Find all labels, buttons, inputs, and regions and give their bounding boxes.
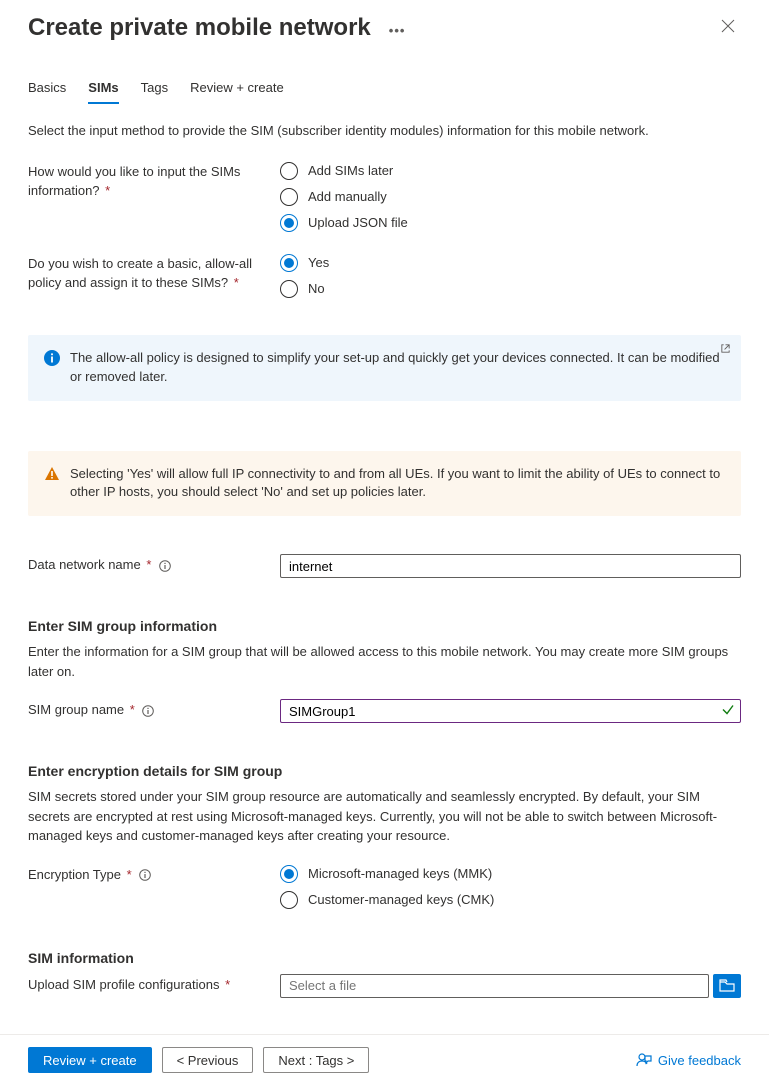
label-allow-all: Do you wish to create a basic, allow-all… [28, 253, 280, 293]
info-tooltip-icon[interactable] [142, 705, 154, 717]
content-area: Create private mobile network ••• Basics… [0, 0, 769, 1034]
row-upload-sim-profile: Upload SIM profile configurations * [28, 974, 741, 998]
page-title-text: Create private mobile network [28, 14, 371, 42]
tab-sims[interactable]: SIMs [88, 74, 118, 103]
heading-encryption: Enter encryption details for SIM group [28, 763, 741, 779]
radio-icon [280, 254, 298, 272]
radio-group-allow-all: Yes No [280, 253, 741, 299]
close-button[interactable] [715, 18, 741, 39]
page-title: Create private mobile network ••• [28, 14, 405, 42]
tab-bar: Basics SIMs Tags Review + create [28, 74, 741, 104]
tab-review-create[interactable]: Review + create [190, 74, 284, 103]
info-tooltip-icon[interactable] [159, 560, 171, 572]
row-sim-group-name: SIM group name * [28, 699, 741, 723]
radio-icon [280, 891, 298, 909]
label-encryption-type: Encryption Type * [28, 864, 280, 885]
label-sim-group-name: SIM group name * [28, 699, 280, 720]
radio-label: Add SIMs later [308, 161, 393, 181]
row-data-network-name: Data network name * [28, 554, 741, 578]
file-select-input[interactable] [280, 974, 709, 998]
label-data-network-name: Data network name * [28, 554, 280, 575]
radio-label: Customer-managed keys (CMK) [308, 890, 494, 910]
data-network-name-input[interactable] [280, 554, 741, 578]
required-marker: * [102, 183, 111, 198]
footer-bar: Review + create < Previous Next : Tags >… [0, 1034, 769, 1085]
desc-sim-group: Enter the information for a SIM group th… [28, 642, 741, 681]
radio-label: Upload JSON file [308, 213, 408, 233]
row-allow-all: Do you wish to create a basic, allow-all… [28, 253, 741, 299]
folder-icon [719, 979, 735, 993]
sim-group-name-input[interactable] [280, 699, 741, 723]
row-encryption-type: Encryption Type * Microsoft-managed keys… [28, 864, 741, 910]
warning-text: Selecting 'Yes' will allow full IP conne… [70, 465, 725, 503]
heading-sim-information: SIM information [28, 950, 741, 966]
required-marker: * [230, 275, 239, 290]
desc-encryption: SIM secrets stored under your SIM group … [28, 787, 741, 846]
review-create-button[interactable]: Review + create [28, 1047, 152, 1073]
next-button[interactable]: Next : Tags > [263, 1047, 369, 1073]
tab-basics[interactable]: Basics [28, 74, 66, 103]
row-input-method: How would you like to input the SIMs inf… [28, 161, 741, 233]
label-upload-sim-profile: Upload SIM profile configurations * [28, 974, 280, 995]
radio-label: Microsoft-managed keys (MMK) [308, 864, 492, 884]
radio-allow-all-yes[interactable]: Yes [280, 253, 741, 273]
info-text: The allow-all policy is designed to simp… [70, 349, 725, 387]
radio-label: Yes [308, 253, 329, 273]
info-icon [44, 350, 60, 366]
info-allow-all-policy: The allow-all policy is designed to simp… [28, 335, 741, 401]
browse-file-button[interactable] [713, 974, 741, 998]
radio-allow-all-no[interactable]: No [280, 279, 741, 299]
radio-upload-json[interactable]: Upload JSON file [280, 213, 741, 233]
warning-full-ip: Selecting 'Yes' will allow full IP conne… [28, 451, 741, 517]
radio-mmk[interactable]: Microsoft-managed keys (MMK) [280, 864, 741, 884]
radio-label: Add manually [308, 187, 387, 207]
radio-add-sims-later[interactable]: Add SIMs later [280, 161, 741, 181]
label-input-method: How would you like to input the SIMs inf… [28, 161, 280, 201]
external-link-icon[interactable] [720, 343, 731, 354]
previous-button[interactable]: < Previous [162, 1047, 254, 1073]
create-mobile-network-panel: Create private mobile network ••• Basics… [0, 0, 769, 1085]
heading-sim-group: Enter SIM group information [28, 618, 741, 634]
radio-icon [280, 280, 298, 298]
radio-icon [280, 162, 298, 180]
panel-header: Create private mobile network ••• [28, 14, 741, 42]
intro-text: Select the input method to provide the S… [28, 122, 741, 141]
radio-icon [280, 188, 298, 206]
feedback-icon [636, 1052, 652, 1068]
radio-icon [280, 865, 298, 883]
radio-add-manually[interactable]: Add manually [280, 187, 741, 207]
tab-tags[interactable]: Tags [141, 74, 168, 103]
close-icon [721, 19, 735, 33]
radio-label: No [308, 279, 325, 299]
warning-icon [44, 466, 60, 488]
radio-group-encryption: Microsoft-managed keys (MMK) Customer-ma… [280, 864, 741, 910]
more-icon[interactable]: ••• [389, 23, 406, 38]
radio-group-input-method: Add SIMs later Add manually Upload JSON … [280, 161, 741, 233]
feedback-link-text: Give feedback [658, 1053, 741, 1068]
give-feedback-link[interactable]: Give feedback [636, 1052, 741, 1068]
radio-icon [280, 214, 298, 232]
radio-cmk[interactable]: Customer-managed keys (CMK) [280, 890, 741, 910]
info-tooltip-icon[interactable] [139, 869, 151, 881]
